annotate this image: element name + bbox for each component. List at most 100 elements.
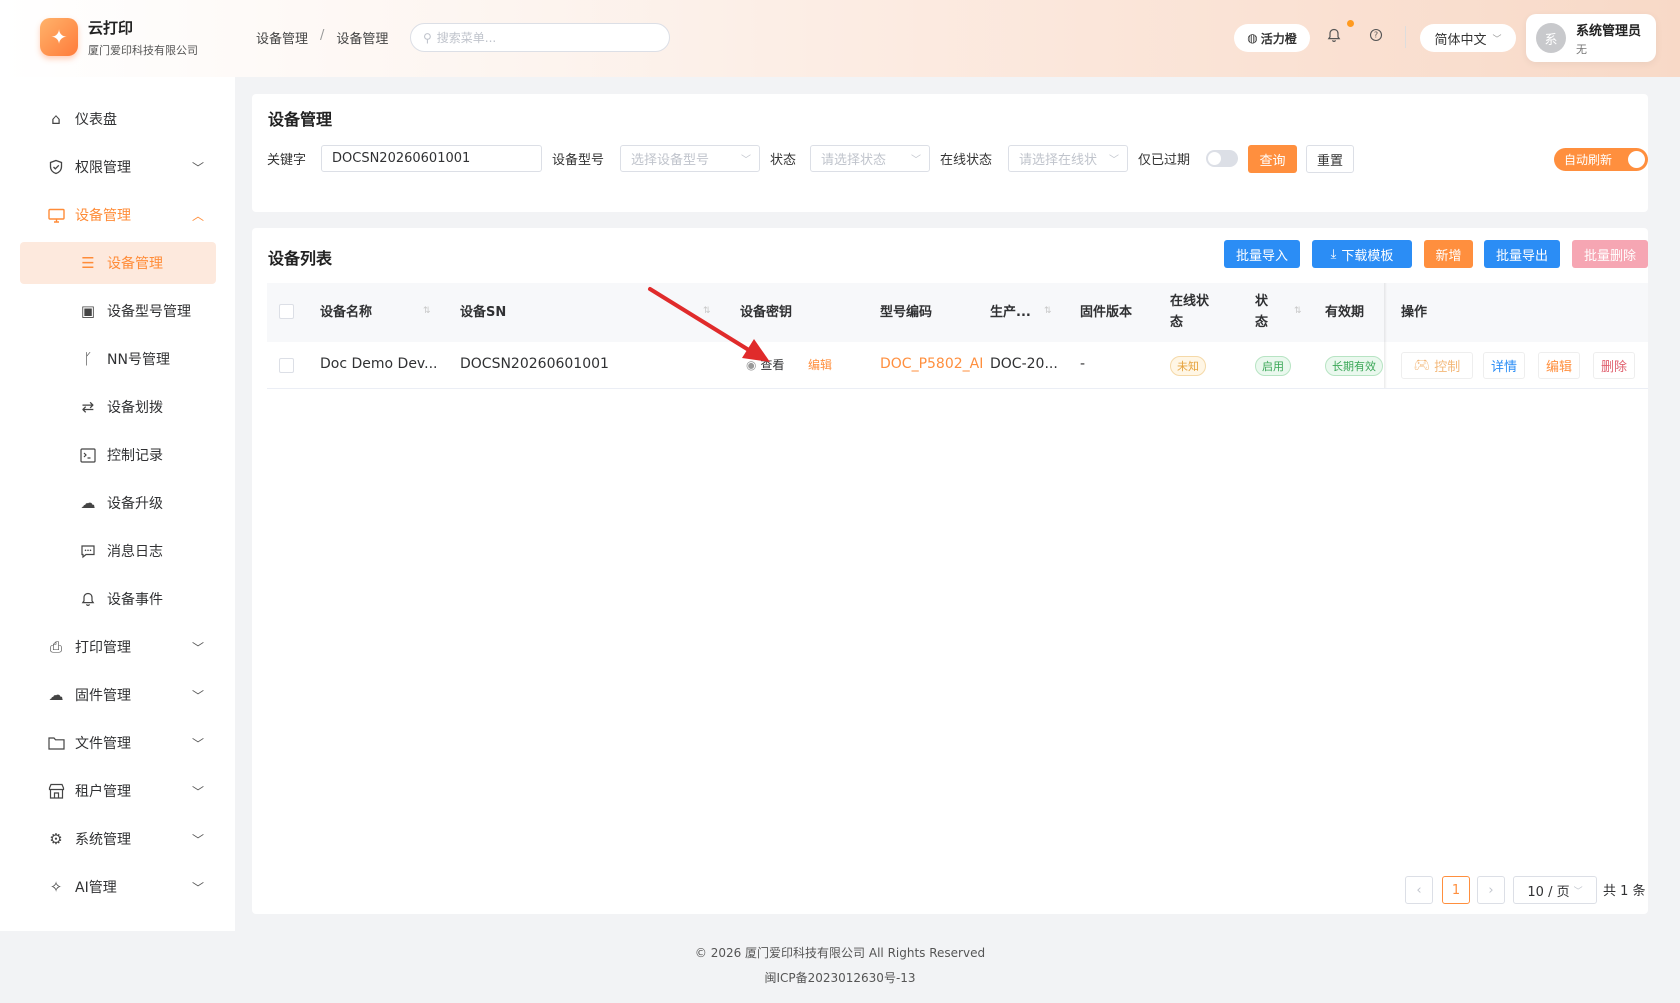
add-button[interactable]: 新增 <box>1424 240 1473 268</box>
gear-icon: ⚙ <box>49 830 63 848</box>
pagination-next[interactable]: › <box>1477 876 1505 904</box>
sidebar-item-print-management[interactable]: ⎙ 打印管理 ﹀ <box>20 626 216 668</box>
query-button[interactable]: 查询 <box>1248 145 1297 173</box>
breadcrumb: 设备管理 / 设备管理 <box>256 28 388 47</box>
sidebar-item-label: 租户管理 <box>75 784 131 800</box>
sidebar-subitem-control-records[interactable]: 控制记录 <box>20 434 216 476</box>
cell-firmware: - <box>1080 356 1086 372</box>
theme-vitality-button[interactable]: ◍ 活力橙 <box>1234 24 1310 52</box>
edit-button[interactable]: 编辑 <box>1538 352 1580 379</box>
sidebar-subitem-device-models[interactable]: ▣ 设备型号管理 <box>20 290 216 332</box>
sidebar-item-file-management[interactable]: 文件管理 ﹀ <box>20 722 216 764</box>
user-name: 系统管理员 <box>1576 24 1642 39</box>
printer-icon: ⎙ <box>49 638 62 656</box>
app-name: 云打印 <box>88 19 134 37</box>
cloud-upgrade-icon: ☁ <box>80 494 96 512</box>
cell-model-code[interactable]: DOC_P5802_AI <box>880 356 983 372</box>
chevron-down-icon: ﹀ <box>191 640 204 655</box>
status-badge: 启用 <box>1255 356 1291 376</box>
eye-icon: ◉ <box>746 358 757 372</box>
help-icon[interactable]: ? <box>1369 28 1383 46</box>
sidebar-item-ai-management[interactable]: ✧ AI管理 ﹀ <box>20 866 216 908</box>
menu-search[interactable]: ⚲ <box>410 23 670 52</box>
search-input[interactable] <box>436 30 637 45</box>
folder-icon <box>45 736 67 750</box>
sort-icon[interactable]: ⇅ <box>703 306 711 316</box>
sidebar-item-firmware-management[interactable]: ☁ 固件管理 ﹀ <box>20 674 216 716</box>
sidebar-item-label: 控制记录 <box>107 448 163 464</box>
sidebar-item-label: 设备升级 <box>107 496 163 512</box>
model-select[interactable]: 选择设备型号 ﹀ <box>620 145 760 172</box>
avatar: 系 <box>1536 23 1566 53</box>
sidebar-item-label: 文件管理 <box>75 736 131 752</box>
sidebar-item-permissions[interactable]: 权限管理 ﹀ <box>20 146 216 188</box>
pagination-page[interactable]: 1 <box>1442 876 1470 904</box>
sidebar-subitem-nn-numbers[interactable]: ᚴ NN号管理 <box>20 338 216 380</box>
online-status-select[interactable]: 请选择在线状 ﹀ <box>1008 145 1128 172</box>
language-select[interactable]: 简体中文 ﹀ <box>1420 24 1516 52</box>
sort-icon[interactable]: ⇅ <box>423 306 431 316</box>
column-header-production[interactable]: 生产... <box>990 302 1031 323</box>
column-header-name[interactable]: 设备名称 <box>320 302 372 323</box>
download-template-label: 下载模板 <box>1341 248 1394 264</box>
fixed-column-shadow <box>1384 283 1387 388</box>
chevron-down-icon: ﹀ <box>911 155 921 166</box>
batch-import-button[interactable]: 批量导入 <box>1224 240 1300 268</box>
chevron-left-icon: ‹ <box>1416 882 1422 898</box>
row-checkbox[interactable] <box>279 358 294 373</box>
status-label: 状态 <box>770 153 797 168</box>
auto-refresh-label: 自动刷新 <box>1564 153 1613 167</box>
column-header-sn[interactable]: 设备SN <box>460 302 506 323</box>
secret-view-link[interactable]: ◉ 查看 <box>746 356 784 373</box>
sidebar-item-dashboard[interactable]: ⌂ 仪表盘 <box>20 98 216 140</box>
breadcrumb-separator: / <box>320 28 325 43</box>
sidebar-item-label: 设备事件 <box>107 592 163 608</box>
pagination-prev[interactable]: ‹ <box>1405 876 1433 904</box>
online-select-placeholder: 请选择在线状 <box>1019 153 1098 168</box>
column-header-model-code[interactable]: 型号编码 <box>880 302 932 323</box>
status-select-placeholder: 请选择状态 <box>821 153 887 168</box>
sort-icon[interactable]: ⇅ <box>1294 306 1302 316</box>
sparkle-icon[interactable]: ✦ <box>40 18 78 56</box>
batch-export-button[interactable]: 批量导出 <box>1484 240 1560 268</box>
sidebar-item-label: NN号管理 <box>107 352 170 368</box>
palette-icon: ◍ <box>1247 31 1258 45</box>
footer-icp[interactable]: 闽ICP备2023012630号-13 <box>0 969 1680 986</box>
reset-button[interactable]: 重置 <box>1306 145 1354 173</box>
auto-refresh-toggle[interactable]: 自动刷新 <box>1554 148 1648 171</box>
batch-delete-button[interactable]: 批量删除 <box>1572 240 1648 268</box>
search-icon: ⚲ <box>423 30 432 45</box>
sidebar-item-tenant-management[interactable]: 租户管理 ﹀ <box>20 770 216 812</box>
chevron-down-icon: ﹀ <box>191 832 204 847</box>
control-button[interactable]: 🎮︎ 控制 <box>1401 352 1473 379</box>
delete-button[interactable]: 删除 <box>1593 352 1635 379</box>
notification-dot <box>1347 20 1354 27</box>
keyword-input[interactable] <box>321 145 542 172</box>
chevron-down-icon: ﹀ <box>191 688 204 703</box>
sidebar-item-device-management[interactable]: 设备管理 ︿ <box>20 194 216 236</box>
user-menu[interactable]: 系 系统管理员 无 <box>1526 14 1656 62</box>
keyword-label: 关键字 <box>267 153 307 168</box>
expired-only-toggle[interactable] <box>1206 150 1238 167</box>
column-header-validity: 有效期 <box>1325 305 1365 320</box>
secret-edit-link[interactable]: 编辑 <box>808 356 832 373</box>
sidebar-subitem-device-upgrade[interactable]: ☁ 设备升级 <box>20 482 216 524</box>
sidebar-subitem-message-log[interactable]: 消息日志 <box>20 530 216 572</box>
bell-icon[interactable] <box>1327 28 1341 47</box>
select-all-checkbox[interactable] <box>279 304 294 319</box>
breadcrumb-item[interactable]: 设备管理 <box>256 28 308 47</box>
sidebar-subitem-device-transfer[interactable]: ⇄ 设备划拨 <box>20 386 216 428</box>
sort-icon[interactable]: ⇅ <box>1044 306 1052 316</box>
sidebar-subitem-device-management[interactable]: ☰ 设备管理 <box>20 242 216 284</box>
page-size-select[interactable]: 10 / 页 ﹀ <box>1513 876 1597 904</box>
sidebar-item-system-management[interactable]: ⚙ 系统管理 ﹀ <box>20 818 216 860</box>
download-template-button[interactable]: ⤓ 下载模板 <box>1312 240 1412 268</box>
sidebar-item-label: 设备管理 <box>107 256 163 272</box>
home-icon: ⌂ <box>51 110 61 128</box>
detail-button[interactable]: 详情 <box>1483 352 1525 379</box>
sidebar-subitem-device-events[interactable]: 设备事件 <box>20 578 216 620</box>
page-size-label: 10 / 页 <box>1527 884 1570 900</box>
status-select[interactable]: 请选择状态 ﹀ <box>810 145 930 172</box>
app-company: 厦门爱印科技有限公司 <box>88 44 198 57</box>
sidebar-item-label: 消息日志 <box>107 544 163 560</box>
